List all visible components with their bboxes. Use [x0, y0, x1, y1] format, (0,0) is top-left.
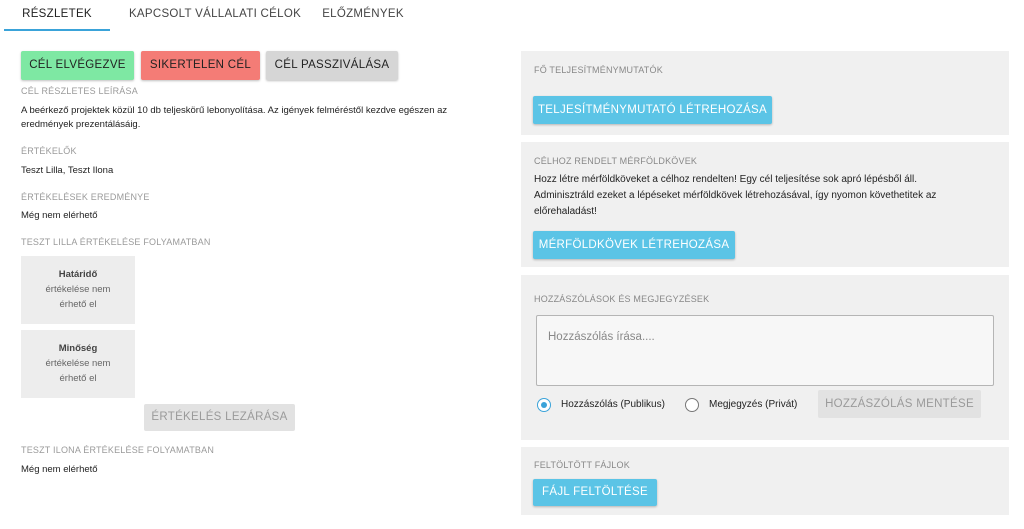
tab-bar: RÉSZLETEK KAPCSOLT VÁLLALATI CÉLOK ELŐZM… — [0, 0, 1024, 32]
ilona-evaluation-label: TESZT ILONA ÉRTÉKELÉSE FOLYAMATBAN — [21, 445, 215, 455]
comment-textarea[interactable]: Hozzászólás írása.... — [536, 315, 994, 386]
files-panel: FELTÖLTÖTT FÁJLOK FÁJL FELTÖLTÉSE — [521, 447, 1009, 515]
public-comment-label[interactable]: Hozzászólás (Publikus) — [561, 399, 665, 410]
goal-complete-button[interactable]: CÉL ELVÉGEZVE — [21, 51, 134, 80]
ilona-evaluation-status: Még nem elérhető — [21, 464, 98, 475]
milestones-line-1: Hozz létre mérföldköveket a célhoz rende… — [534, 174, 917, 185]
private-note-radio[interactable] — [685, 398, 699, 412]
quality-evaluation-card: Minőség értékelése nem érhető el — [21, 330, 135, 398]
milestones-line-3: előrehaladást! — [534, 206, 597, 217]
kpi-panel: FŐ TELJESÍTMÉNYMUTATÓK TELJESÍTMÉNYMUTAT… — [521, 51, 1009, 135]
create-milestones-button[interactable]: MÉRFÖLDKÖVEK LÉTREHOZÁSA — [533, 231, 735, 259]
goal-failed-button[interactable]: SIKERTELEN CÉL — [141, 51, 260, 80]
comment-placeholder: Hozzászólás írása.... — [548, 331, 655, 343]
description-text: A beérkező projektek közül 10 db teljesk… — [21, 105, 448, 130]
eval-criterion-title: Minőség — [58, 343, 98, 354]
eval-criterion-status: értékelése nem — [45, 358, 111, 369]
milestones-label: CÉLHOZ RENDELT MÉRFÖLDKÖVEK — [534, 156, 698, 166]
comments-label: HOZZÁSZÓLÁSOK ÉS MEGJEGYZÉSEK — [534, 294, 710, 304]
deadline-evaluation-card: Határidő értékelése nem érhető el — [21, 256, 135, 324]
upload-file-button[interactable]: FÁJL FELTÖLTÉSE — [533, 479, 657, 506]
tab-details[interactable]: RÉSZLETEK — [4, 0, 110, 32]
eval-criterion-status: érhető el — [59, 299, 97, 310]
eval-criterion-status: értékelése nem — [45, 284, 111, 295]
save-comment-button[interactable]: HOZZÁSZÓLÁS MENTÉSE — [818, 390, 981, 418]
private-note-label[interactable]: Megjegyzés (Privát) — [709, 399, 797, 410]
files-label: FELTÖLTÖTT FÁJLOK — [534, 460, 630, 470]
active-tab-indicator — [4, 29, 110, 31]
eval-criterion-title: Határidő — [58, 269, 98, 280]
results-label: ÉRTÉKELÉSEK EREDMÉNYE — [21, 192, 150, 202]
public-comment-radio[interactable] — [537, 398, 551, 412]
milestones-panel: CÉLHOZ RENDELT MÉRFÖLDKÖVEK Hozz létre m… — [521, 142, 1009, 267]
close-evaluation-button[interactable]: ÉRTÉKELÉS LEZÁRÁSA — [144, 404, 295, 431]
comments-panel: HOZZÁSZÓLÁSOK ÉS MEGJEGYZÉSEK Hozzászólá… — [521, 275, 1009, 440]
tab-linked-company-goals[interactable]: KAPCSOLT VÁLLALATI CÉLOK — [125, 0, 305, 32]
lilla-evaluation-label: TESZT LILLA ÉRTÉKELÉSE FOLYAMATBAN — [21, 237, 211, 247]
description-label: CÉL RÉSZLETES LEÍRÁSA — [21, 86, 138, 96]
evaluators-text: Teszt Lilla, Teszt Ilona — [21, 165, 114, 176]
create-kpi-button[interactable]: TELJESÍTMÉNYMUTATÓ LÉTREHOZÁSA — [533, 96, 772, 124]
tab-history[interactable]: ELŐZMÉNYEK — [315, 0, 411, 32]
goal-passivate-button[interactable]: CÉL PASSZIVÁLÁSA — [266, 51, 398, 80]
eval-criterion-status: érhető el — [59, 373, 97, 384]
kpi-label: FŐ TELJESÍTMÉNYMUTATÓK — [534, 65, 663, 75]
results-text: Még nem elérhető — [21, 210, 98, 221]
evaluators-label: ÉRTÉKELŐK — [21, 146, 77, 156]
milestones-line-2: Adminisztráld ezeket a lépéseket mérföld… — [534, 190, 937, 201]
